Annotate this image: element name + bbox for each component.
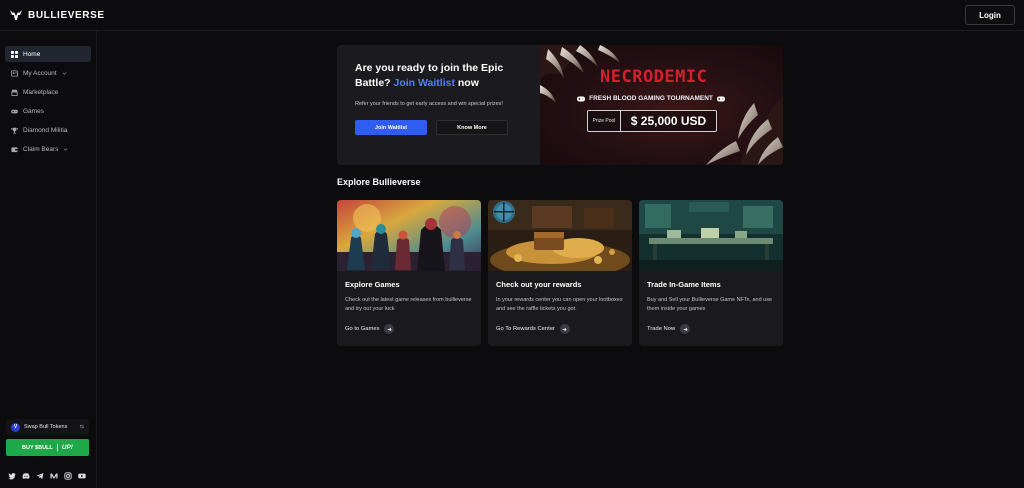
go-to-games-link[interactable]: Go to Games	[345, 324, 473, 334]
promo-banner: Are you ready to join the Epic Battle? J…	[337, 45, 783, 165]
social-links	[7, 471, 86, 480]
buy-bull-button[interactable]: BUY $BULL UP!	[6, 439, 89, 456]
sidebar-item-marketplace[interactable]: Marketplace	[5, 84, 91, 100]
sidebar-item-label: Marketplace	[23, 88, 59, 96]
login-button[interactable]: Login	[965, 5, 1015, 25]
wallet-icon	[11, 146, 18, 152]
instagram-icon[interactable]	[63, 471, 72, 480]
sidebar-item-diamond-militia[interactable]: Diamond Militia	[5, 122, 91, 138]
sidebar-nav: Home My Account Marketplace Games Diamon…	[0, 31, 96, 157]
card-link-label: Go To Rewards Center	[496, 326, 555, 332]
chevron-down-icon	[62, 71, 67, 75]
know-more-button[interactable]: Know More	[436, 120, 508, 135]
swap-arrows-icon: ⇆	[79, 424, 84, 430]
sidebar-item-claim-bears[interactable]: Claim Bears	[5, 141, 91, 157]
card-link-label: Trade Now	[647, 326, 676, 332]
card-title: Trade In-Game Items	[647, 280, 721, 289]
brand-logo[interactable]: BULLIEVERSE	[9, 8, 105, 22]
sidebar-item-label: Diamond Militia	[23, 126, 68, 134]
card-link-label: Go to Games	[345, 326, 380, 332]
bull-logo-icon	[10, 10, 22, 20]
brand-name: BULLIEVERSE	[28, 9, 105, 21]
gamepad-icon	[716, 96, 725, 101]
card-description: In your rewards center you can open your…	[496, 297, 623, 312]
twitter-icon[interactable]	[7, 471, 16, 480]
trade-artwork	[639, 200, 783, 271]
partner-logo: UP!	[61, 444, 73, 451]
user-icon	[11, 69, 18, 77]
card-trade-items[interactable]: Trade In-Game Items Buy and Sell your Bu…	[639, 200, 783, 346]
sidebar-item-games[interactable]: Games	[5, 103, 91, 119]
card-description: Buy and Sell your Bullieverse Game NFTs,…	[647, 297, 773, 312]
card-title: Check out your rewards	[496, 280, 582, 289]
banner-text: Are you ready to join the Epic Battle? J…	[337, 45, 537, 165]
prize-pool-box: Prize Pool $ 25,000 USD	[587, 110, 717, 132]
buy-label: BUY $BULL	[22, 444, 53, 451]
sidebar-item-label: Games	[23, 107, 44, 115]
games-artwork	[337, 200, 481, 271]
divider	[56, 444, 58, 451]
swap-label: Swap Bull Tokens	[24, 424, 68, 430]
discord-icon[interactable]	[21, 471, 30, 480]
banner-title: Are you ready to join the Epic Battle? J…	[355, 61, 525, 91]
store-icon	[11, 89, 18, 96]
trade-now-link[interactable]: Trade Now	[647, 324, 775, 334]
card-explore-games[interactable]: Explore Games Check out the latest game …	[337, 200, 481, 346]
main-content: Are you ready to join the Epic Battle? J…	[337, 45, 783, 346]
go-to-rewards-link[interactable]: Go To Rewards Center	[496, 324, 624, 334]
arrow-right-icon	[680, 324, 691, 334]
claw-artwork	[540, 45, 783, 165]
explore-cards: Explore Games Check out the latest game …	[337, 200, 783, 346]
token-logo-icon: V	[11, 422, 20, 432]
youtube-icon[interactable]	[77, 471, 86, 480]
arrow-right-icon	[559, 324, 570, 334]
rewards-artwork	[488, 200, 632, 271]
telegram-icon[interactable]	[35, 471, 44, 480]
trophy-icon	[11, 127, 18, 133]
card-body: Check out your rewards In your rewards c…	[488, 271, 632, 334]
gamepad-icon	[11, 109, 18, 113]
sidebar-item-my-account[interactable]: My Account	[5, 65, 91, 81]
join-waitlist-button[interactable]: Join Waitlist	[355, 120, 427, 135]
banner-actions: Join Waitlist Know More	[355, 120, 537, 135]
tournament-name: FRESH BLOOD GAMING TOURNAMENT	[589, 95, 713, 102]
grid-icon	[11, 50, 18, 58]
banner-subtitle: Refer your friends to get early access a…	[355, 101, 503, 107]
card-body: Trade In-Game Items Buy and Sell your Bu…	[639, 271, 783, 334]
prize-amount: $ 25,000 USD	[630, 114, 707, 128]
top-bar: BULLIEVERSE Login	[0, 0, 1024, 31]
tournament-artwork[interactable]: NECRODEMIC FRESH BLOOD GAMING TOURNAMENT…	[540, 45, 783, 165]
sidebar-item-label: My Account	[23, 69, 57, 77]
swap-tokens-button[interactable]: V Swap Bull Tokens ⇆	[6, 419, 89, 435]
game-logo: NECRODEMIC	[600, 67, 708, 87]
sidebar: Home My Account Marketplace Games Diamon…	[0, 31, 97, 488]
gamepad-icon	[577, 96, 586, 101]
tournament-title: FRESH BLOOD GAMING TOURNAMENT	[568, 95, 734, 102]
card-description: Check out the latest game releases from …	[345, 297, 472, 312]
prize-label: Prize Pool	[588, 111, 621, 131]
card-body: Explore Games Check out the latest game …	[337, 271, 481, 334]
medium-icon[interactable]	[49, 471, 58, 480]
sidebar-item-label: Home	[23, 50, 41, 58]
sidebar-item-home[interactable]: Home	[5, 46, 91, 62]
card-title: Explore Games	[345, 280, 400, 289]
section-title: Explore Bullieverse	[337, 177, 421, 187]
join-waitlist-link[interactable]: Join Waitlist	[394, 77, 455, 89]
card-rewards[interactable]: Check out your rewards In your rewards c…	[488, 200, 632, 346]
sidebar-item-label: Claim Bears	[23, 145, 59, 153]
arrow-right-icon	[384, 324, 395, 334]
banner-title-end: now	[454, 77, 479, 89]
chevron-down-icon	[64, 147, 68, 151]
